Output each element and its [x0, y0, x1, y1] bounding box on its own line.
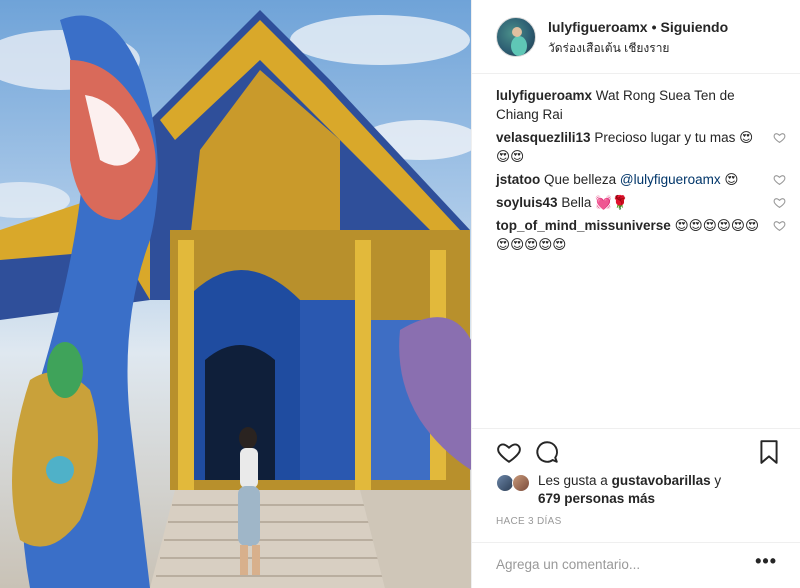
- comment-username[interactable]: top_of_mind_missuniverse: [496, 218, 671, 233]
- comment-text: Que belleza: [544, 172, 617, 187]
- liker-avatar[interactable]: [512, 474, 530, 492]
- likes-prefix: Les gusta a: [538, 473, 608, 488]
- comment-icon[interactable]: [534, 439, 560, 465]
- header-username[interactable]: lulyfigueroamx: [548, 19, 648, 35]
- comment-text: Bella: [561, 195, 592, 210]
- comment-emoji: 😍: [724, 172, 739, 187]
- bookmark-icon[interactable]: [756, 439, 782, 465]
- comment-item: jstatoo Que belleza @lulyfigueroamx 😍: [496, 170, 786, 189]
- likes-summary: Les gusta a gustavobarillas y 679 person…: [496, 472, 786, 508]
- comment-item: soyluis43 Bella 💓🌹: [496, 193, 786, 212]
- likes-user[interactable]: gustavobarillas: [612, 473, 711, 488]
- small-heart-icon[interactable]: [773, 173, 786, 186]
- follow-status[interactable]: Siguiendo: [661, 19, 729, 35]
- header-separator: •: [651, 19, 657, 35]
- comment-item: top_of_mind_missuniverse 😍😍😍😍😍😍😍😍😍😍😍: [496, 216, 786, 254]
- post-details-panel: lulyfigueroamx • Siguiendo วัดร่องเสือเต้น…: [471, 0, 800, 588]
- more-options-icon[interactable]: •••: [755, 551, 777, 572]
- post-header: lulyfigueroamx • Siguiendo วัดร่องเสือเต้น…: [472, 0, 800, 74]
- likes-others[interactable]: 679 personas más: [538, 491, 655, 506]
- small-heart-icon[interactable]: [773, 131, 786, 144]
- comment-username[interactable]: jstatoo: [496, 172, 540, 187]
- caption: lulyfigueroamx Wat Rong Suea Ten de Chia…: [496, 86, 786, 124]
- post-timestamp[interactable]: HACE 3 DÍAS: [496, 516, 562, 527]
- actions-section: Les gusta a gustavobarillas y 679 person…: [472, 428, 800, 588]
- small-heart-icon[interactable]: [773, 196, 786, 209]
- comment-text: Precioso lugar y tu mas: [594, 130, 736, 145]
- post-location[interactable]: วัดร่องเสือเต้น เชียงราย: [548, 39, 669, 58]
- add-comment-bar: Agrega un comentario... •••: [472, 542, 800, 588]
- caption-username[interactable]: lulyfigueroamx: [496, 88, 592, 103]
- temple-photo: [0, 10, 471, 588]
- comment-mention[interactable]: @lulyfigueroamx: [620, 172, 721, 187]
- avatar-image: [511, 27, 527, 56]
- comment-emoji: 💓🌹: [595, 195, 629, 210]
- comment-item: velasquezlili13 Precioso lugar y tu mas …: [496, 128, 786, 166]
- comment-username[interactable]: soyluis43: [496, 195, 558, 210]
- likes-text: Les gusta a gustavobarillas y 679 person…: [496, 472, 786, 508]
- post-image[interactable]: [0, 0, 471, 588]
- comments-list: lulyfigueroamx Wat Rong Suea Ten de Chia…: [496, 86, 786, 258]
- heart-icon[interactable]: [496, 439, 522, 465]
- comment-input[interactable]: Agrega un comentario...: [496, 557, 640, 572]
- avatar[interactable]: [496, 17, 536, 57]
- small-heart-icon[interactable]: [773, 219, 786, 232]
- comment-username[interactable]: velasquezlili13: [496, 130, 591, 145]
- header-username-row: lulyfigueroamx • Siguiendo: [548, 19, 728, 35]
- likes-conjunction: y: [714, 473, 722, 488]
